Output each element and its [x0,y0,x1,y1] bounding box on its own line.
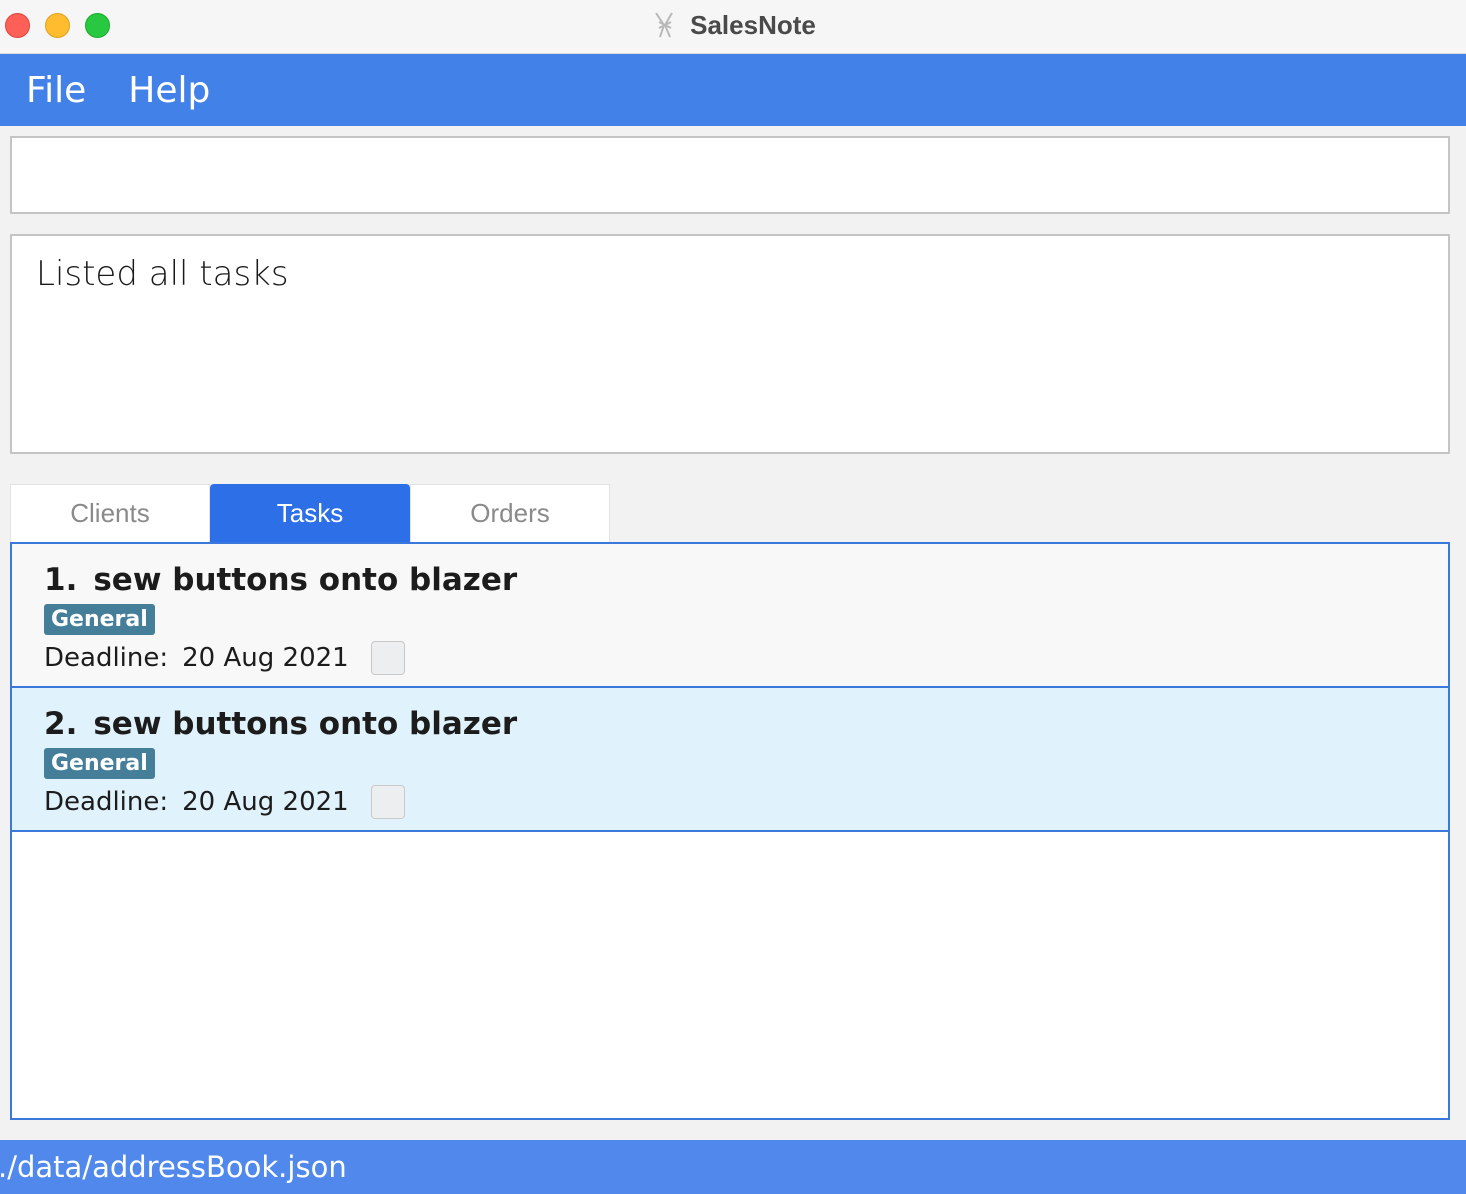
deadline-row: Deadline: 20 Aug 2021 [44,785,1448,819]
task-heading: 1. sew buttons onto blazer [44,560,1448,600]
deadline-label: Deadline: [44,643,169,673]
task-title: sew buttons onto blazer [93,706,518,742]
task-title: sew buttons onto blazer [93,562,518,598]
menu-bar: File Help [0,54,1466,126]
save-location-path: ./data/addressBook.json [0,1150,347,1184]
deadline-value: 20 Aug 2021 [182,643,349,673]
command-input[interactable] [10,136,1450,214]
window-title: SalesNote [0,0,1466,50]
tab-orders[interactable]: Orders [410,484,610,542]
menu-help[interactable]: Help [128,70,210,111]
menu-file[interactable]: File [26,70,86,111]
window-title-text: SalesNote [690,9,816,40]
task-card[interactable]: 1. sew buttons onto blazer General Deadli… [12,544,1448,688]
task-tag: General [44,604,155,635]
task-index: 1. [44,562,78,598]
window-titlebar: SalesNote [0,0,1466,54]
result-display: Listed all tasks [10,234,1450,454]
task-done-checkbox[interactable] [370,641,405,675]
task-index: 2. [44,706,78,742]
deadline-row: Deadline: 20 Aug 2021 [44,641,1448,675]
task-card[interactable]: 2. sew buttons onto blazer General Deadli… [12,688,1448,832]
result-message: Listed all tasks [36,254,289,294]
tab-clients[interactable]: Clients [10,484,210,542]
task-tag: General [44,748,155,779]
deadline-label: Deadline: [44,787,169,817]
task-heading: 2. sew buttons onto blazer [44,704,1448,744]
deadline-value: 20 Aug 2021 [182,787,349,817]
app-icon [655,12,673,38]
tab-bar: Clients Tasks Orders [10,484,610,542]
status-bar: ./data/addressBook.json [0,1140,1466,1194]
task-list[interactable]: 1. sew buttons onto blazer General Deadli… [10,542,1450,1120]
tab-tasks[interactable]: Tasks [210,484,410,542]
task-done-checkbox[interactable] [370,785,405,819]
